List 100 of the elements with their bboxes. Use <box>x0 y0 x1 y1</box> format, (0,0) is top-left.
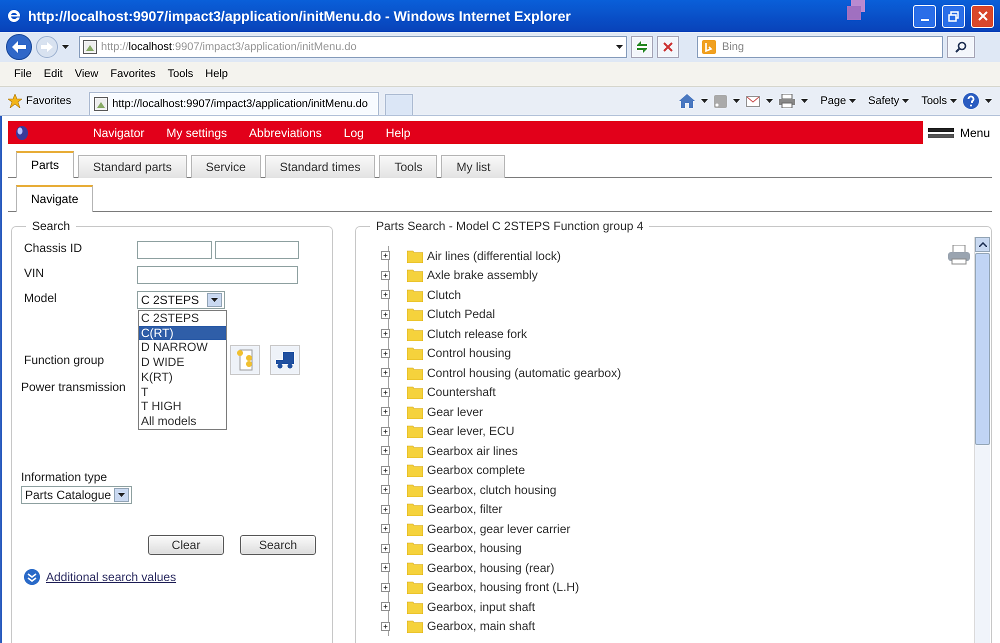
tree-item[interactable]: Clutch Pedal <box>427 307 496 322</box>
close-button[interactable] <box>971 4 994 28</box>
dropdown-option[interactable]: All models <box>139 414 226 429</box>
dropdown-option[interactable]: T HIGH <box>139 399 226 414</box>
tree-item[interactable]: Gearbox, housing front (L.H) <box>427 580 580 594</box>
expand-icon[interactable] <box>381 407 390 416</box>
search-icon <box>955 41 967 53</box>
restore-button[interactable] <box>942 4 965 28</box>
action-button[interactable]: Clear <box>148 535 224 555</box>
back-button[interactable] <box>6 34 32 60</box>
menu-item[interactable]: Favorites <box>104 68 162 80</box>
tree-item[interactable]: Gearbox, main shaft <box>427 619 536 634</box>
search-field[interactable]: Bing <box>697 36 943 58</box>
expand-icon[interactable] <box>381 622 390 631</box>
tree-item[interactable]: Gearbox, gear lever carrier <box>427 522 570 536</box>
expand-icon[interactable] <box>381 602 390 612</box>
additional-search-link[interactable]: Additional search values <box>46 570 176 584</box>
expand-icon[interactable] <box>381 310 390 319</box>
tree-item[interactable]: Axle brake assembly <box>427 268 538 282</box>
truck-button[interactable] <box>270 345 300 375</box>
favorites-button[interactable]: Favorites <box>8 94 72 108</box>
tree-item[interactable]: Gearbox, filter <box>427 502 502 516</box>
input-field[interactable] <box>137 241 212 259</box>
tree-item[interactable]: Gearbox air lines <box>427 444 518 458</box>
printer-icon[interactable] <box>779 94 796 108</box>
tree-item[interactable]: Gearbox complete <box>427 463 526 478</box>
menu-item[interactable]: View <box>68 68 104 80</box>
scrollbar[interactable] <box>974 237 990 643</box>
tree-item[interactable]: Control housing (automatic gearbox) <box>427 366 622 380</box>
expand-icon[interactable] <box>381 251 390 260</box>
tree-item[interactable]: Gear lever <box>427 404 484 419</box>
menu-item[interactable]: Help <box>199 68 234 80</box>
tree-item[interactable]: Gearbox, clutch housing <box>427 482 556 497</box>
tab[interactable]: Standard parts <box>78 155 187 178</box>
command-menu[interactable]: Tools <box>921 95 957 107</box>
tab[interactable]: Standard times <box>264 155 376 178</box>
command-menu[interactable]: Page <box>820 95 856 107</box>
command-menu[interactable]: Safety <box>868 95 910 107</box>
tree-item[interactable]: Clutch release fork <box>427 326 528 341</box>
tree-list-button[interactable] <box>230 345 260 375</box>
help-icon[interactable] <box>963 93 979 109</box>
tab[interactable]: Parts <box>16 151 74 178</box>
app-menu-item[interactable]: My settings <box>155 126 238 140</box>
expand-icon[interactable] <box>381 563 390 572</box>
app-menu-item[interactable]: Log <box>332 126 375 140</box>
refresh-button[interactable] <box>631 36 653 58</box>
home-icon[interactable] <box>679 94 696 108</box>
search-button[interactable] <box>947 36 975 58</box>
expand-icon[interactable] <box>381 544 390 553</box>
expand-icon[interactable] <box>381 348 390 358</box>
dropdown-option[interactable]: K(RT) <box>139 370 226 385</box>
app-menu-item[interactable]: Abbreviations <box>238 126 333 140</box>
expand-icon[interactable] <box>381 485 390 494</box>
tree-item[interactable]: Gearbox, input shaft <box>427 600 536 614</box>
folder-icon <box>407 366 423 380</box>
expand-icon[interactable] <box>381 388 390 397</box>
menu-item[interactable]: File <box>8 68 38 80</box>
folder-icon <box>407 560 423 575</box>
app-menu-item[interactable]: Navigator <box>82 126 156 140</box>
expand-icon[interactable] <box>381 582 390 592</box>
address-field[interactable]: http://localhost:9907/impact3/application/initMenu.do <box>79 36 627 58</box>
expand-icon[interactable] <box>381 270 390 280</box>
app-menu-item[interactable]: Help <box>374 126 422 140</box>
tree-item[interactable]: Control housing <box>427 346 512 360</box>
dropdown-option[interactable]: T <box>139 384 226 400</box>
dropdown-option[interactable]: C(RT) <box>139 326 226 340</box>
expand-icon[interactable] <box>381 426 390 436</box>
scroll-up-icon[interactable] <box>978 242 986 247</box>
tab[interactable]: Tools <box>379 155 438 178</box>
tree-item[interactable]: Gear lever, ECU <box>427 424 514 438</box>
tree-item[interactable]: Countershaft <box>427 385 496 400</box>
expand-icon[interactable] <box>381 504 390 514</box>
tree-item[interactable]: Clutch <box>427 288 462 302</box>
expand-icon[interactable] <box>381 329 390 338</box>
model-dropdown[interactable]: C 2STEPS <box>137 291 225 309</box>
minimize-button[interactable] <box>913 4 936 28</box>
dropdown-option[interactable]: C 2STEPS <box>139 311 226 326</box>
tree-item[interactable]: Air lines (differential lock) <box>427 248 561 263</box>
mail-icon[interactable] <box>746 96 760 106</box>
dropdown-option[interactable]: D WIDE <box>139 355 226 370</box>
stop-button[interactable] <box>657 36 679 58</box>
expand-icon[interactable] <box>381 368 390 378</box>
tab[interactable]: My list <box>441 155 506 178</box>
dropdown-option[interactable]: D NARROW <box>139 340 226 356</box>
tree-item[interactable]: Gearbox, housing (rear) <box>427 560 554 575</box>
expand-icon[interactable] <box>381 290 390 300</box>
input-field[interactable] <box>137 266 298 284</box>
tree-item[interactable]: Gearbox, housing <box>427 541 522 556</box>
menu-item[interactable]: Tools <box>162 68 200 80</box>
information-type-dropdown[interactable]: Parts Catalogue <box>21 486 132 504</box>
action-button[interactable]: Search <box>240 535 316 555</box>
expand-icon[interactable] <box>381 524 390 534</box>
tab[interactable]: Navigate <box>16 185 94 212</box>
input-field[interactable] <box>215 241 299 259</box>
tab[interactable]: Service <box>190 155 261 178</box>
tree-list-icon <box>235 349 255 371</box>
browser-tab[interactable]: http://localhost:9907/impact3/application/initMenu.do <box>89 92 380 115</box>
expand-icon[interactable] <box>381 446 390 456</box>
expand-icon[interactable] <box>381 466 390 475</box>
menu-item[interactable]: Edit <box>38 68 69 80</box>
